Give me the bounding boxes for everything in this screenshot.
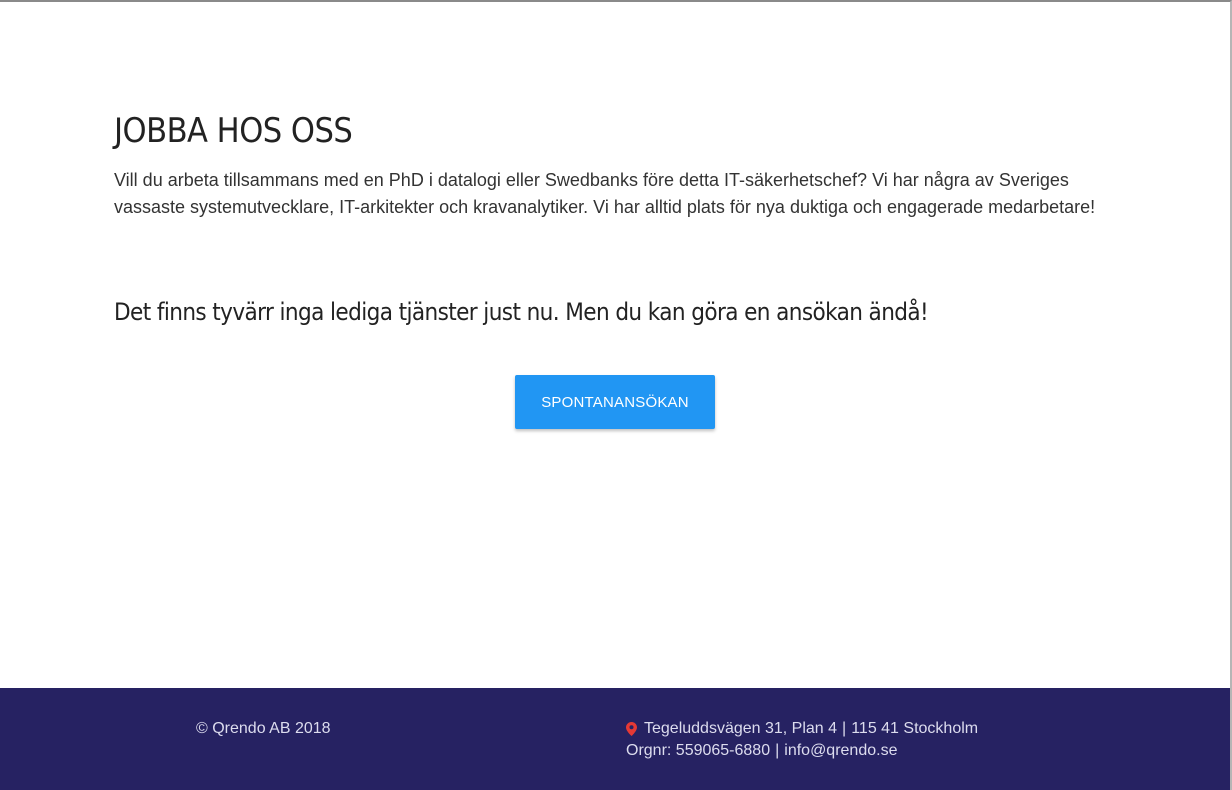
copyright-text: © Qrendo AB 2018 — [196, 720, 331, 737]
separator: | — [842, 720, 847, 737]
page: JOBBA HOS OSS Vill du arbeta tillsammans… — [0, 0, 1232, 790]
postal-address: 115 41 Stockholm — [851, 720, 979, 737]
map-pin-icon — [626, 721, 637, 736]
intro-text: Vill du arbeta tillsammans med en PhD i … — [114, 170, 1096, 217]
spontaneous-application-button[interactable]: SPONTANANSÖKAN — [515, 375, 715, 429]
street-address: Tegeluddsvägen 31, Plan 4 — [644, 720, 838, 737]
contact-info: Tegeluddsvägen 31, Plan 4 | 115 41 Stock… — [626, 718, 978, 762]
email-link[interactable]: info@qrendo.se — [784, 740, 897, 762]
footer: © Qrendo AB 2018 Tegeluddsvägen 31, Plan… — [0, 688, 1230, 790]
page-title: JOBBA HOS OSS — [114, 111, 353, 151]
main-content: JOBBA HOS OSS Vill du arbeta tillsammans… — [0, 2, 1230, 688]
vacancy-notice: Det finns tyvärr inga lediga tjänster ju… — [114, 298, 929, 326]
org-number: Orgnr: 559065-6880 — [626, 742, 771, 759]
org-line: Orgnr: 559065-6880 | info@qrendo.se — [626, 740, 978, 762]
address-line: Tegeluddsvägen 31, Plan 4 | 115 41 Stock… — [626, 718, 978, 740]
separator: | — [775, 742, 780, 759]
